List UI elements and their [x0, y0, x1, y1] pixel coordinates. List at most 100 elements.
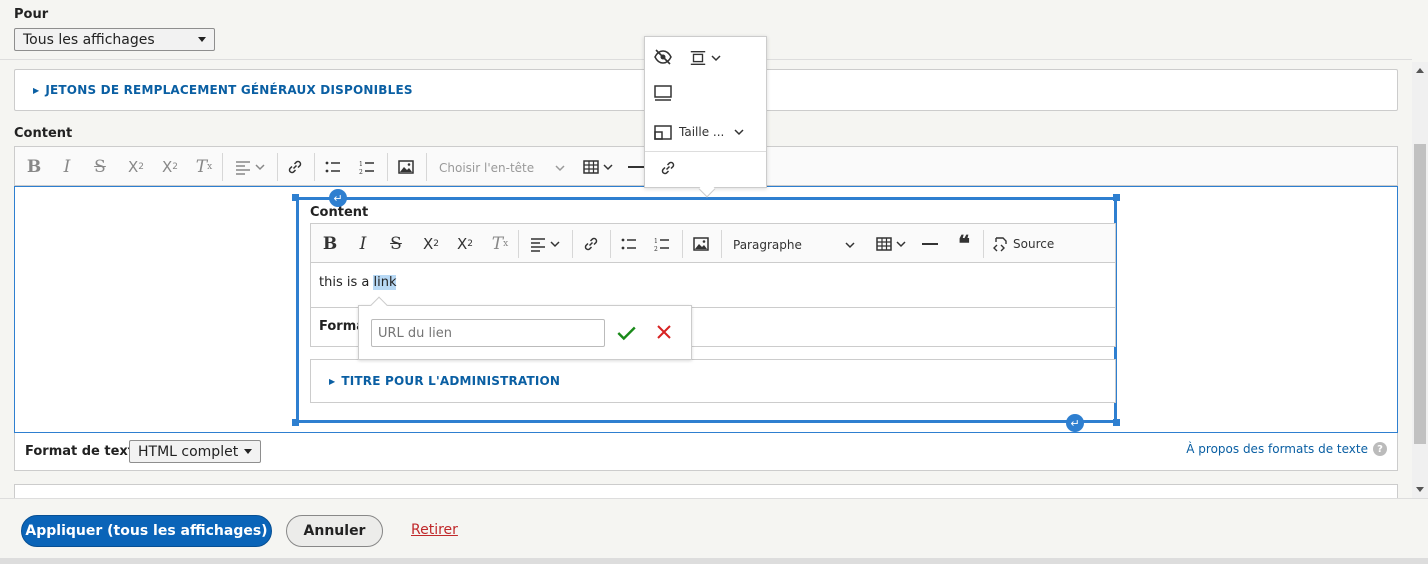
scrollbar-track[interactable]: [1412, 62, 1428, 498]
chevron-down-icon: [895, 241, 906, 248]
scroll-down-arrow-icon[interactable]: [1416, 487, 1424, 492]
size-dropdown-label: Taille ...: [679, 125, 725, 139]
inner-horizontal-line-button[interactable]: [919, 233, 941, 255]
insert-table-button[interactable]: [578, 156, 616, 178]
separator: [222, 153, 223, 181]
inner-editor-toolbar: B I S X2 X2 Tx 12 Paragraphe ❝ Source: [310, 223, 1116, 263]
separator: [721, 230, 722, 258]
separator: [645, 151, 766, 152]
bottom-edge: [0, 558, 1428, 564]
toggle-caption-button[interactable]: [653, 47, 677, 69]
link-url-input[interactable]: [371, 319, 605, 347]
image-icon: [693, 237, 709, 251]
inner-align-dropdown-button[interactable]: [524, 233, 564, 255]
apply-button[interactable]: Appliquer (tous les affichages): [21, 515, 272, 547]
admin-title-summary[interactable]: ▶ TITRE POUR L'ADMINISTRATION: [329, 374, 560, 388]
about-text-formats-link[interactable]: À propos des formats de texte ?: [1186, 442, 1387, 456]
inner-link-button[interactable]: [579, 233, 603, 255]
separator: [277, 153, 278, 181]
chevron-down-icon: [555, 165, 565, 172]
text-format-select[interactable]: HTML complet: [129, 440, 261, 463]
separator: [387, 153, 388, 181]
resize-handle-bottom-right[interactable]: [1113, 419, 1120, 426]
table-icon: [582, 160, 599, 174]
italic-button[interactable]: I: [56, 156, 78, 178]
table-icon: [875, 237, 892, 251]
inner-subscript-button[interactable]: X2: [452, 233, 478, 255]
align-left-icon: [530, 238, 545, 252]
horizontal-line-icon: [628, 166, 644, 168]
align-left-icon: [235, 161, 250, 175]
inner-insert-image-button[interactable]: [689, 233, 713, 255]
scroll-up-arrow-icon[interactable]: [1416, 68, 1424, 73]
inner-insert-table-button[interactable]: [871, 233, 909, 255]
outer-heading-select[interactable]: Choisir l'en-tête: [439, 158, 565, 178]
selected-link-text[interactable]: link: [373, 275, 397, 290]
bulleted-list-icon: [325, 161, 340, 173]
inner-bulleted-list-button[interactable]: [617, 233, 641, 255]
superscript-button[interactable]: X2: [123, 156, 149, 178]
scrollbar-thumb[interactable]: [1414, 144, 1426, 444]
insert-paragraph-before-icon[interactable]: ↵: [329, 189, 347, 207]
for-select[interactable]: Tous les affichages: [14, 28, 215, 51]
tokens-details-label: JETONS DE REMPLACEMENT GÉNÉRAUX DISPONIB…: [45, 83, 413, 97]
toggle-alt-text-button[interactable]: [653, 83, 677, 105]
inner-editor-content[interactable]: this is a link: [310, 263, 1116, 307]
content-label: Content: [14, 126, 73, 141]
inner-remove-format-button[interactable]: Tx: [487, 233, 513, 255]
inner-heading-select[interactable]: Paragraphe: [733, 235, 855, 255]
numbered-list-icon: 12: [654, 238, 669, 253]
alignment-dropdown-button[interactable]: [689, 47, 729, 69]
svg-text:2: 2: [654, 246, 658, 253]
resize-handle-top-right[interactable]: [1113, 194, 1120, 201]
link-icon: [288, 160, 302, 174]
text-format-value: HTML complet: [138, 443, 239, 460]
remove-format-button[interactable]: Tx: [191, 156, 217, 178]
chevron-down-icon: [602, 164, 613, 171]
text-format-label: Format de texte: [25, 444, 143, 459]
link-save-button[interactable]: [615, 322, 639, 344]
link-cancel-button[interactable]: [654, 322, 678, 344]
insert-paragraph-after-icon[interactable]: ↵: [1066, 414, 1084, 432]
cancel-button[interactable]: Annuler: [286, 515, 383, 547]
inner-numbered-list-button[interactable]: 12: [650, 233, 674, 255]
numbered-list-button[interactable]: 12: [355, 156, 379, 178]
size-dropdown-button[interactable]: Taille ...: [653, 121, 763, 143]
bold-button[interactable]: B: [23, 156, 45, 178]
separator: [572, 230, 573, 258]
remove-link[interactable]: Retirer: [411, 522, 458, 538]
chevron-down-icon: [711, 55, 721, 62]
strikethrough-button[interactable]: S: [89, 156, 111, 178]
widget-link-button[interactable]: [659, 159, 681, 181]
inner-superscript-button[interactable]: X2: [418, 233, 444, 255]
chevron-down-icon: [254, 164, 265, 171]
inner-source-button[interactable]: Source: [991, 233, 1061, 255]
for-select-value: Tous les affichages: [23, 31, 155, 48]
inner-italic-button[interactable]: I: [352, 233, 374, 255]
inner-bold-button[interactable]: B: [319, 233, 341, 255]
bulleted-list-button[interactable]: [321, 156, 345, 178]
inner-content-label: Content: [310, 205, 369, 220]
link-icon: [584, 237, 598, 251]
resize-icon: [654, 125, 672, 140]
inner-blockquote-button[interactable]: ❝: [953, 233, 975, 255]
source-code-icon: [993, 237, 1007, 252]
resize-handle-bottom-left[interactable]: [292, 419, 299, 426]
separator: [518, 230, 519, 258]
monitor-icon: [654, 85, 672, 101]
resize-handle-top-left[interactable]: [292, 194, 299, 201]
inner-strikethrough-button[interactable]: S: [385, 233, 407, 255]
chevron-down-icon: [845, 242, 855, 249]
subscript-button[interactable]: X2: [157, 156, 183, 178]
text-format-row: Format de texte HTML complet À propos de…: [14, 433, 1398, 471]
inner-text-before: this is a: [319, 275, 374, 290]
about-text-formats-label: À propos des formats de texte: [1186, 442, 1368, 456]
admin-title-details[interactable]: ▶ TITRE POUR L'ADMINISTRATION: [310, 359, 1116, 403]
svg-text:2: 2: [359, 169, 363, 176]
chevron-down-icon: [244, 449, 252, 454]
insert-image-button[interactable]: [394, 156, 418, 178]
link-button[interactable]: [283, 156, 307, 178]
tokens-details-summary[interactable]: ▶ JETONS DE REMPLACEMENT GÉNÉRAUX DISPON…: [33, 83, 413, 97]
align-dropdown-button[interactable]: [229, 156, 269, 178]
chevron-down-icon: [549, 241, 560, 248]
